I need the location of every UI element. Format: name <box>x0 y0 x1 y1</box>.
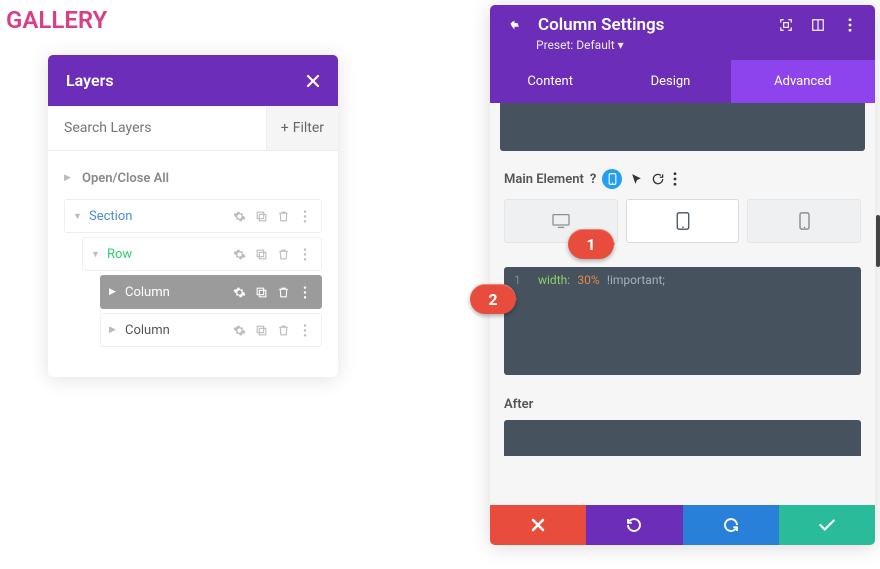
section-label: Section <box>89 209 231 224</box>
layers-tree: ▶ Open/Close All ▼ Section ▼ Row <box>48 151 338 377</box>
code-block-top[interactable] <box>500 103 865 151</box>
css-editor[interactable]: 1 width: 30% !important; <box>504 267 861 375</box>
more-icon[interactable] <box>297 246 313 262</box>
gear-icon[interactable] <box>231 284 247 300</box>
filter-button[interactable]: + Filter <box>266 106 338 150</box>
css-property: width <box>538 273 567 287</box>
css-colon: : <box>567 273 570 287</box>
tree-actions <box>231 322 313 338</box>
trash-icon[interactable] <box>275 208 291 224</box>
columns-icon[interactable] <box>809 16 827 34</box>
tree-section[interactable]: ▼ Section <box>64 199 322 233</box>
css-important: !important <box>607 273 662 287</box>
css-value: 30% <box>577 273 599 287</box>
tab-content[interactable]: Content <box>490 60 610 103</box>
layers-panel: Layers + Filter ▶ Open/Close All ▼ Secti… <box>48 55 338 377</box>
help-icon[interactable]: ? <box>590 172 596 187</box>
caret-down-icon: ▼ <box>73 211 83 222</box>
device-tabs <box>490 199 875 243</box>
annotation-2: 2 <box>470 284 516 314</box>
device-tablet[interactable] <box>626 199 740 243</box>
undo-button[interactable] <box>586 505 682 545</box>
preset-dropdown[interactable]: Preset: Default ▾ <box>536 38 859 52</box>
more-icon[interactable] <box>297 284 313 300</box>
more-icon[interactable] <box>673 172 677 186</box>
gear-icon[interactable] <box>231 246 247 262</box>
caret-down-icon: ▼ <box>91 249 101 260</box>
tree-actions <box>231 284 313 300</box>
tree-actions <box>231 246 313 262</box>
tree-column-active[interactable]: ▶ Column <box>100 275 322 309</box>
phone-active-icon[interactable] <box>602 169 622 189</box>
after-label: After <box>490 375 875 420</box>
open-close-all[interactable]: ▶ Open/Close All <box>64 161 322 195</box>
column-label: Column <box>125 323 231 338</box>
duplicate-icon[interactable] <box>253 246 269 262</box>
plus-icon: + <box>281 120 289 136</box>
settings-panel: Column Settings Preset: Default ▾ Conten… <box>490 5 875 545</box>
more-icon[interactable] <box>297 208 313 224</box>
settings-bar: Column Settings Preset: Default ▾ <box>490 5 875 60</box>
search-input[interactable] <box>48 106 266 150</box>
layers-title: Layers <box>66 71 306 90</box>
settings-title: Column Settings <box>538 15 763 35</box>
column-label: Column <box>125 285 231 300</box>
trash-icon[interactable] <box>275 284 291 300</box>
gear-icon[interactable] <box>231 322 247 338</box>
layers-header: Layers <box>48 55 338 106</box>
tree-actions <box>231 208 313 224</box>
annotation-1: 1 <box>568 229 614 259</box>
main-element-label: Main Element <box>504 172 584 187</box>
cursor-icon[interactable] <box>630 173 643 186</box>
save-button[interactable] <box>779 505 875 545</box>
after-code-block[interactable] <box>504 420 861 456</box>
duplicate-icon[interactable] <box>253 208 269 224</box>
duplicate-icon[interactable] <box>253 322 269 338</box>
close-icon[interactable] <box>306 74 320 88</box>
scrollbar-handle[interactable] <box>876 215 880 267</box>
search-row: + Filter <box>48 106 338 151</box>
back-icon[interactable] <box>506 16 524 34</box>
line-number: 1 <box>514 273 521 287</box>
caret-right-icon: ▶ <box>64 173 74 183</box>
trash-icon[interactable] <box>275 322 291 338</box>
tab-design[interactable]: Design <box>610 60 730 103</box>
cancel-button[interactable] <box>490 505 586 545</box>
tree-row[interactable]: ▼ Row <box>82 237 322 271</box>
gear-icon[interactable] <box>231 208 247 224</box>
more-icon[interactable] <box>297 322 313 338</box>
duplicate-icon[interactable] <box>253 284 269 300</box>
caret-right-icon: ▶ <box>109 325 119 335</box>
tab-advanced[interactable]: Advanced <box>731 60 875 103</box>
caret-right-icon: ▶ <box>109 287 119 297</box>
row-label: Row <box>107 247 231 262</box>
redo-button[interactable] <box>683 505 779 545</box>
filter-label: Filter <box>293 120 324 136</box>
settings-body: Main Element ? 1 width: 30% !important; … <box>490 103 875 505</box>
expand-icon[interactable] <box>777 16 795 34</box>
more-icon[interactable] <box>841 16 859 34</box>
tree-column[interactable]: ▶ Column <box>100 313 322 347</box>
trash-icon[interactable] <box>275 246 291 262</box>
main-element-row: Main Element ? <box>490 151 875 199</box>
device-phone[interactable] <box>747 199 861 243</box>
css-semi: ; <box>662 273 665 287</box>
footer-bar <box>490 505 875 545</box>
settings-tabs: Content Design Advanced <box>490 60 875 103</box>
open-close-label: Open/Close All <box>82 171 322 186</box>
reset-icon[interactable] <box>651 172 665 186</box>
